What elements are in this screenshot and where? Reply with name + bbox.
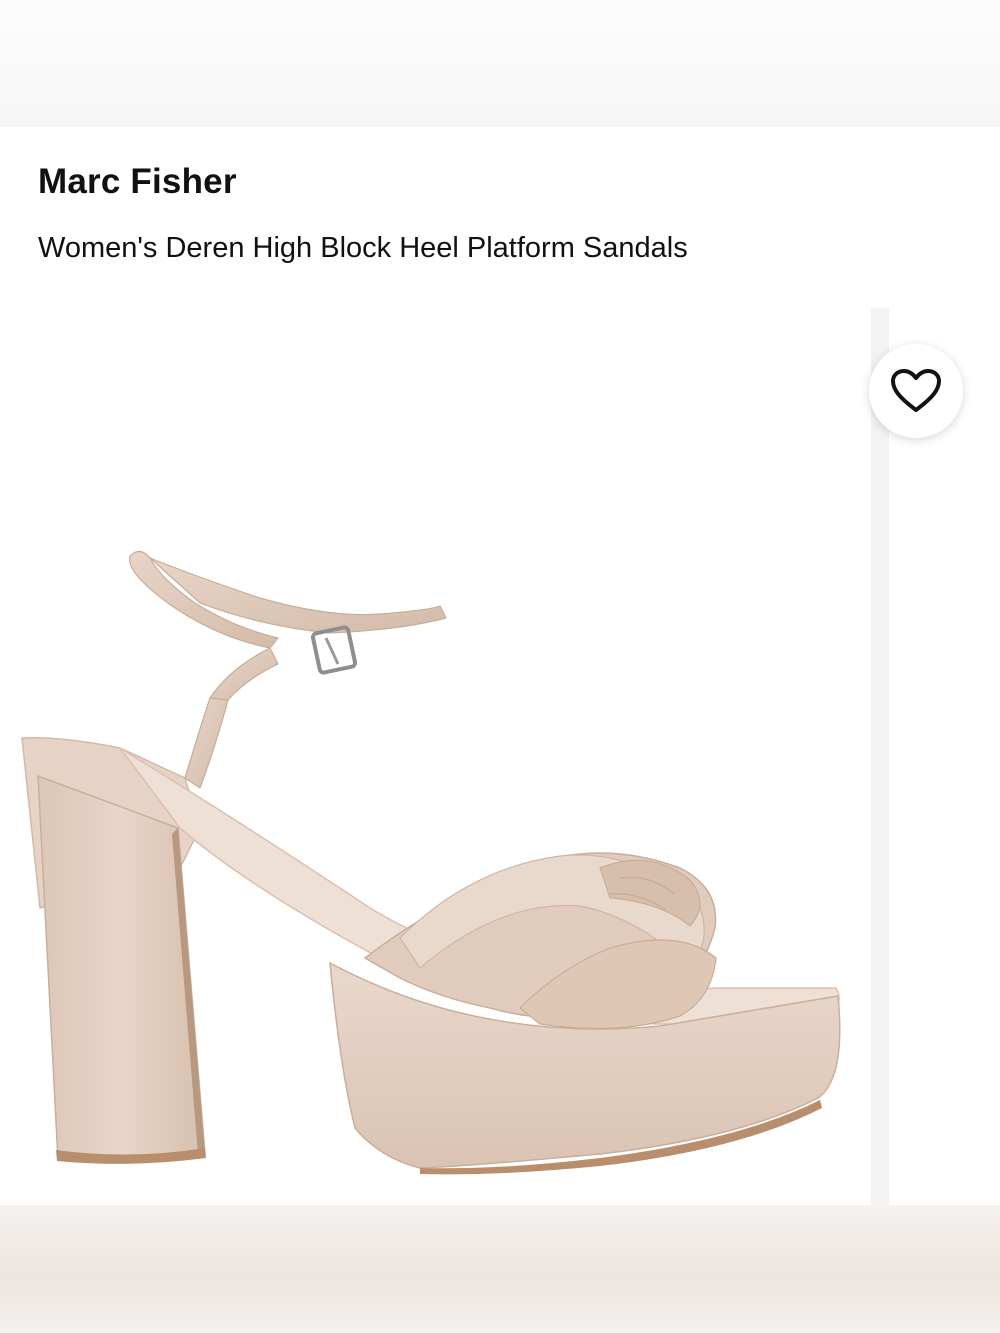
sandal-image — [21, 550, 841, 1175]
product-image[interactable] — [0, 308, 871, 1205]
brand-name[interactable]: Marc Fisher — [38, 160, 237, 204]
gallery-divider — [871, 308, 889, 1205]
product-title: Women's Deren High Block Heel Platform S… — [38, 232, 688, 264]
bottom-thumbnail-area — [0, 1205, 1000, 1333]
product-image-gallery[interactable] — [0, 308, 1000, 1205]
favorite-button[interactable] — [869, 344, 963, 438]
heart-icon — [891, 369, 941, 412]
next-product-image[interactable] — [889, 308, 1000, 1205]
top-banner-area — [0, 0, 1000, 127]
